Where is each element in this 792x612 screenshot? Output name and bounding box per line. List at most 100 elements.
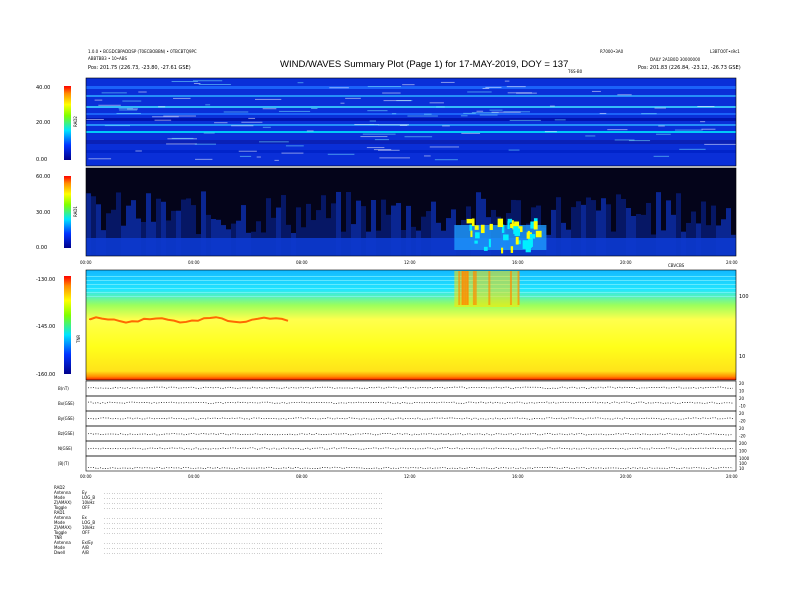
rad1-burst (529, 242, 532, 248)
rad1-burst (475, 232, 480, 239)
header-left-line1: 1.0.0 • BCGDCBPADDSP (T0ECBOBBN) • 0TBCB… (88, 49, 197, 54)
mag-right-tick: -10 (739, 404, 746, 409)
rad2-streak (407, 115, 438, 117)
rad2-streak (205, 104, 211, 106)
rad1-burst (515, 236, 519, 245)
rad2-streak (297, 82, 304, 84)
mag-panel-label: Bx(GSE) (58, 401, 75, 406)
rad2-streak (122, 100, 142, 102)
rad2-streak (86, 118, 104, 120)
footer-row-value: OFF (82, 505, 90, 510)
rad1-ytick-bottom: 0.00 (36, 245, 47, 251)
rad2-band (86, 106, 736, 108)
mag-panel-frame (85, 455, 737, 472)
rad2-streak (327, 153, 355, 155)
rad2-streak (362, 133, 396, 135)
tnr-right-ytick-100: 100 (739, 294, 749, 300)
rad2-streak (461, 132, 481, 134)
rad1-colorbar (64, 176, 71, 248)
rad2-streak (585, 135, 596, 137)
rad2-streak (482, 87, 490, 89)
rad1-burst (501, 247, 504, 254)
rad2-streak (460, 115, 468, 117)
tnr-burst (488, 271, 491, 305)
tnr-ylabel: TNR (76, 335, 81, 344)
rad2-streak (262, 108, 277, 110)
rad2-streak (404, 136, 433, 138)
tnr-burst (472, 271, 475, 305)
rad2-streak (329, 87, 349, 89)
rad1-burst (466, 218, 473, 224)
tnr-heatmap (85, 269, 737, 381)
footer-row-dots: . . . . . . . . . . . . . . . . . . . . … (104, 505, 382, 510)
rad2-streak (424, 113, 432, 115)
rad2-streak (697, 105, 715, 107)
rad2-streak (367, 110, 388, 112)
rad2-streak (231, 125, 254, 127)
rad2-streak (504, 80, 510, 82)
rad2-streak (369, 120, 377, 122)
xtick-label: 16:00 (512, 260, 524, 265)
rad2-streak (369, 123, 375, 125)
rad1-ylabel: RAD1 (73, 206, 78, 217)
tnr-burst (462, 271, 465, 305)
rad2-streak (506, 86, 526, 88)
header-left-line3: Pos: 201.75 (226.73, -23.80, -27.61 GSE) (88, 65, 191, 71)
rad2-streak (171, 81, 198, 83)
tnr-line (86, 296, 736, 297)
tnr-line (86, 280, 736, 281)
rad2-streak (544, 131, 557, 133)
rad1-burst (522, 240, 529, 249)
rad2-streak (274, 159, 279, 161)
tnr-line (86, 288, 736, 289)
tnr-ytick-mid: -145.00 (36, 324, 55, 330)
rad2-streak (479, 114, 498, 116)
rad1-burst (497, 218, 504, 228)
header-left-line2: ABBTBB3 • 10•ABS (88, 56, 127, 61)
rad2-colorbar (64, 86, 71, 160)
rad1-ytick-top: 60.00 (36, 174, 50, 180)
rad2-streak (306, 130, 314, 132)
rad2-streak (101, 92, 127, 94)
header-right-line3: Pos: 201.83 (226.84, -23.12, -26.73 GSE) (638, 65, 741, 71)
tnr-line (86, 284, 736, 285)
rad2-streak (98, 104, 121, 106)
rad2-streak (248, 117, 256, 119)
footer-row-dots: . . . . . . . . . . . . . . . . . . . . … (104, 550, 382, 555)
rad2-streak (193, 82, 201, 84)
rad2-streak (379, 157, 410, 159)
mag-series (87, 447, 734, 450)
rad2-streak (262, 126, 271, 128)
rad2-streak (238, 150, 257, 152)
rad1-burst (535, 230, 542, 238)
rad2-streak (382, 92, 401, 94)
header-center-right: R7000•3A0 (600, 49, 624, 54)
rad1-burst (529, 234, 536, 239)
tnr-burst (474, 271, 477, 305)
rad1-lowband (86, 238, 736, 256)
mag-panel-label: Bz(GSE) (58, 431, 75, 436)
xtick-label: 12:00 (404, 260, 416, 265)
rad2-streak (489, 109, 503, 111)
rad2-streak (641, 113, 657, 115)
rad1-burst (480, 224, 485, 234)
rad2-streak (345, 97, 361, 99)
rad2-streak (214, 122, 228, 124)
rad2-streak (367, 86, 401, 88)
rad1-burst (513, 226, 519, 235)
rad1-burst (470, 230, 473, 238)
mag-right-tick: 20 (739, 411, 745, 416)
rad2-streak (360, 136, 388, 138)
rad1-heatmap (85, 167, 737, 257)
rad2-streak (436, 106, 445, 108)
summary-plot: WIND/WAVES Summary Plot (Page 1) for 17-… (36, 49, 750, 555)
rad2-streak (628, 140, 651, 142)
xtick-label: 00:00 (80, 260, 92, 265)
rad2-streak (429, 102, 444, 104)
rad1-burst (474, 240, 478, 244)
footer-parameters: RAD2Antenna Ey. . . . . . . . . . . . . .… (53, 485, 382, 555)
xtick-label: 12:00 (404, 474, 416, 479)
rad2-streak (476, 110, 484, 112)
rad2-streak (374, 139, 390, 141)
rad2-streak (654, 107, 666, 109)
